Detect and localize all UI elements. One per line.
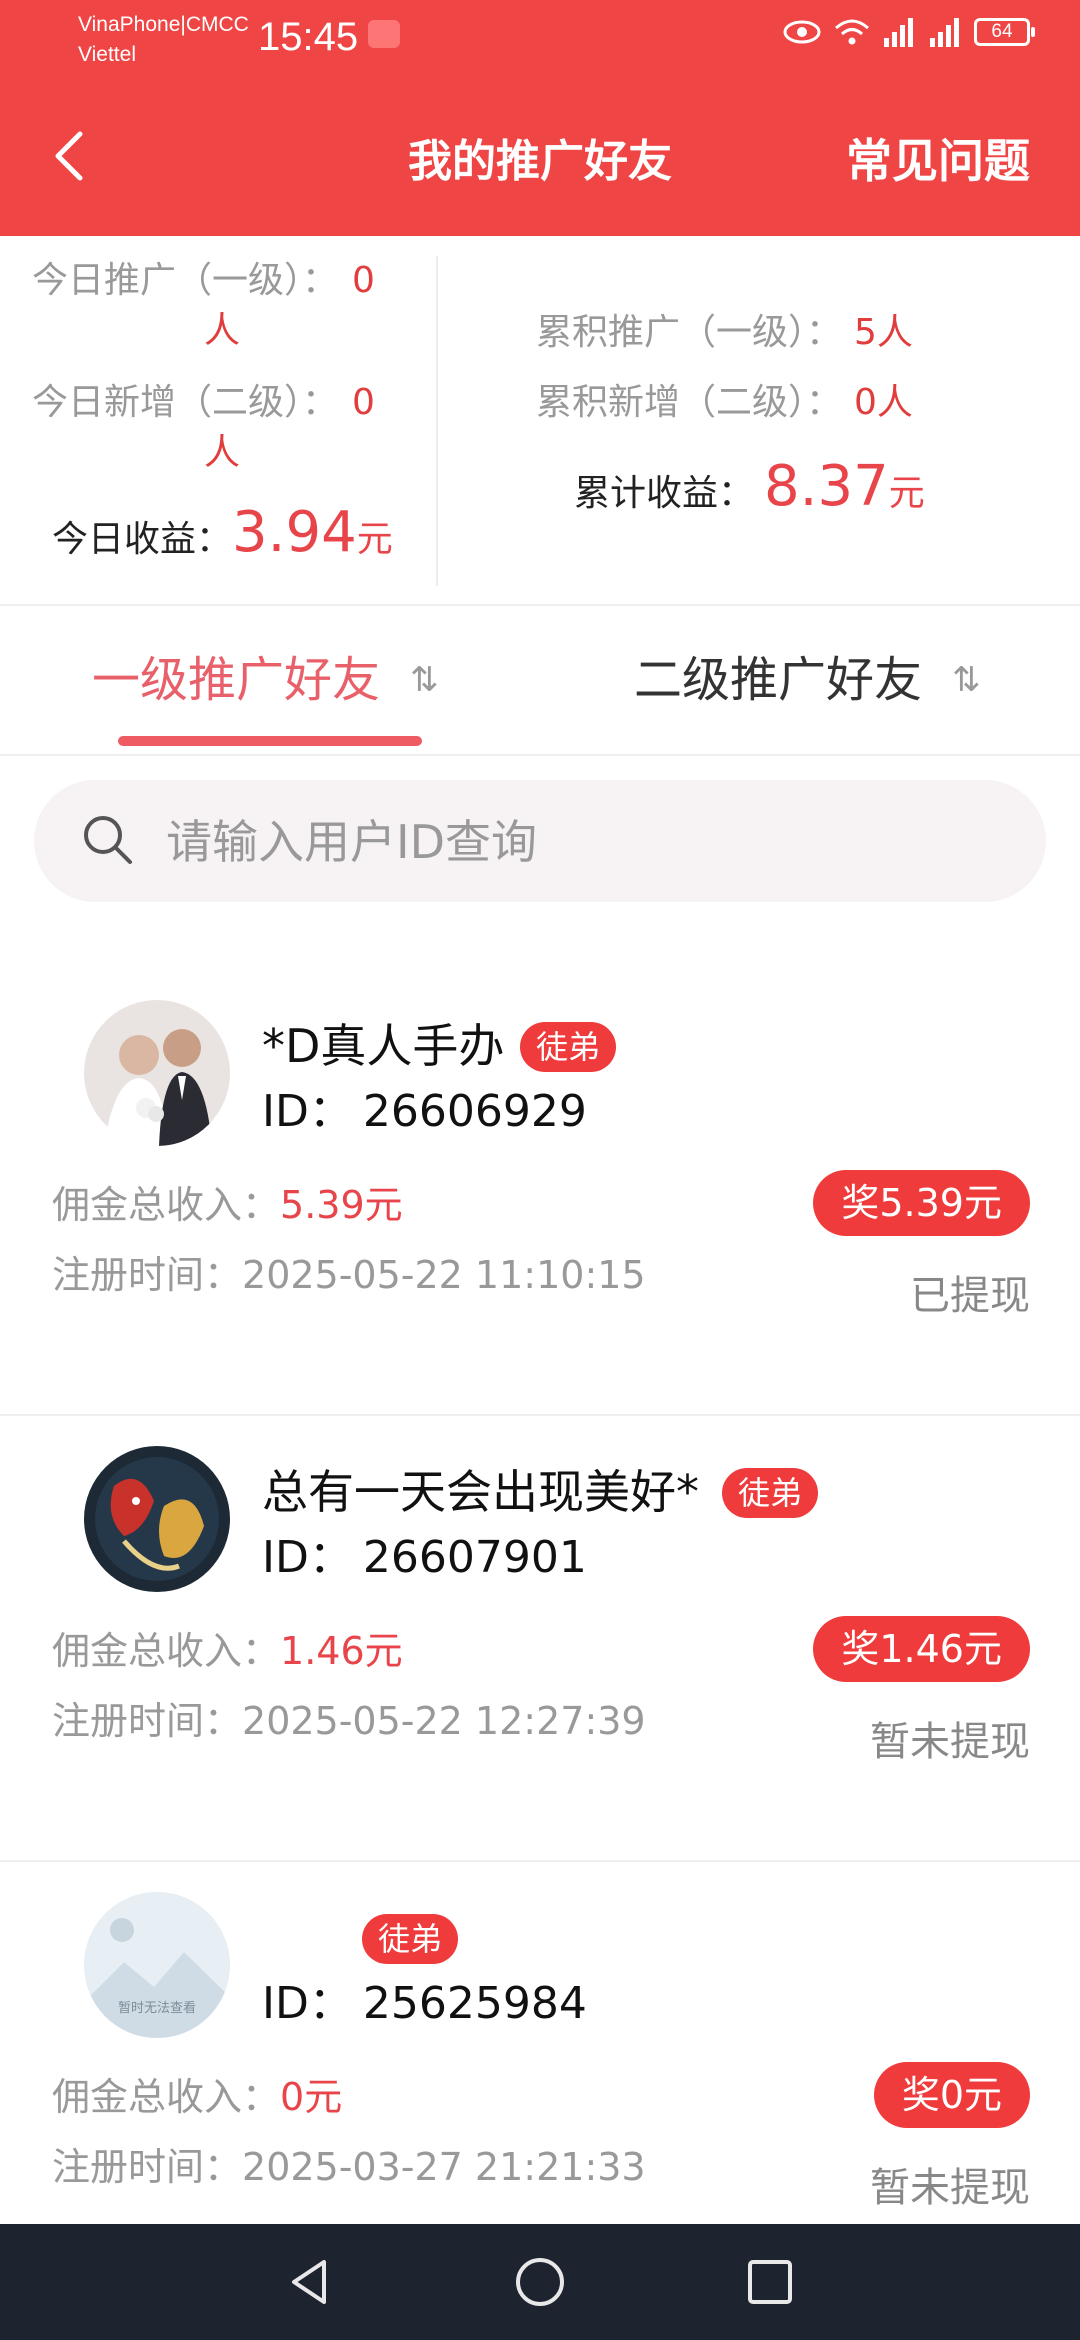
tab-bar: 一级推广好友 ⇅ 二级推广好友 ⇅ (0, 606, 1080, 756)
stats-panel: 今日推广（一级）： 0 人 今日新增（二级）： 0 人 今日收益：3.94元 累积推… (0, 236, 1080, 606)
income-value: 0元 (280, 2075, 343, 2119)
income-row: 佣金总收入：0元 (52, 2072, 342, 2122)
withdraw-status: 暂未提现 (870, 1719, 1030, 1765)
income-row: 佣金总收入：1.46元 (52, 1626, 403, 1676)
role-badge: 徒弟 (722, 1468, 819, 1518)
nav-home-icon[interactable] (510, 2252, 570, 2312)
today-new-stat: 今日新增（二级）： 0 (32, 378, 375, 428)
tab-label: 二级推广好友 (634, 652, 923, 708)
reward-button[interactable]: 奖0元 (873, 2062, 1030, 2128)
total-income-label: 累计收益： (574, 473, 755, 514)
friend-card[interactable]: 总有一天会出现美好* 徒弟 ID： 26607901 佣金总收入：1.46元 注册… (0, 1416, 1080, 1862)
id-label: ID： (262, 1532, 353, 1583)
avatar (84, 1000, 230, 1146)
carrier-line-2: Viettel (78, 43, 136, 66)
total-promo-label: 累积推广（一级）： (536, 312, 843, 353)
reg-time-value: 2025-05-22 11:10:15 (242, 1253, 646, 1297)
signal-icon-1 (884, 18, 913, 47)
today-income-stat: 今日收益：3.94元 (52, 498, 393, 575)
search-icon (84, 816, 132, 864)
avatar (84, 1446, 230, 1592)
today-promo-unit: 人 (204, 310, 241, 351)
wifi-icon (835, 19, 869, 45)
nav-recents-icon[interactable] (740, 2252, 800, 2312)
sort-icon[interactable]: ⇅ (410, 660, 439, 700)
tab-level1-friends[interactable]: 一级推广好友 (92, 650, 380, 710)
reg-time-value: 2025-05-22 12:27:39 (242, 1699, 646, 1743)
battery-icon: 64 (974, 18, 1035, 46)
reg-time-row: 注册时间：2025-05-22 12:27:39 (52, 1696, 646, 1746)
tab-level2-friends[interactable]: 二级推广好友 (634, 650, 922, 710)
eye-icon (783, 20, 821, 44)
avatar-placeholder-text: 暂时无法查看 (118, 2000, 196, 2016)
reg-time-value: 2025-03-27 21:21:33 (242, 2145, 646, 2189)
role-badge: 徒弟 (362, 1914, 459, 1964)
reg-time-label: 注册时间： (52, 1253, 243, 1297)
reg-time-row: 注册时间：2025-03-27 21:21:33 (52, 2142, 646, 2192)
total-income-unit: 元 (888, 473, 925, 514)
income-row: 佣金总收入：5.39元 (52, 1180, 403, 1230)
friend-name: 总有一天会出现美好* (262, 1465, 699, 1519)
today-promo-value: 0 (352, 260, 375, 301)
withdraw-status: 暂未提现 (870, 2165, 1030, 2211)
today-new-label: 今日新增（二级）： (32, 382, 339, 423)
nav-back-icon[interactable] (280, 2252, 340, 2312)
tab-label: 一级推广好友 (92, 652, 381, 708)
friend-card[interactable]: 暂时无法查看 徒弟 ID： 25625984 佣金总收入：0元 注册时间：2025… (0, 1862, 1080, 2224)
signal-icon-2 (930, 18, 959, 47)
friend-id: ID： 25625984 (262, 1976, 587, 2032)
friend-id: ID： 26606929 (262, 1084, 587, 1140)
today-promo-label: 今日推广（一级）： (32, 260, 339, 301)
carrier-line-1: VinaPhone|CMCC (78, 13, 249, 36)
role-badge: 徒弟 (520, 1022, 617, 1072)
active-tab-indicator (118, 736, 422, 746)
status-time: 15:45 (258, 15, 359, 59)
total-new-value: 0人 (854, 382, 913, 423)
search-input[interactable] (164, 810, 968, 874)
faq-button[interactable]: 常见问题 (846, 132, 1030, 190)
huawei-app-icon (368, 20, 400, 48)
divider (0, 754, 1080, 756)
id-label: ID： (262, 1978, 353, 2029)
reg-time-label: 注册时间： (52, 2145, 243, 2189)
id-value: 26606929 (362, 1086, 587, 1137)
avatar: 暂时无法查看 (84, 1892, 230, 2038)
id-label: ID： (262, 1086, 353, 1137)
total-promo-value: 5人 (854, 312, 913, 353)
friend-name: *D真人手办 (262, 1019, 505, 1073)
total-promo-stat: 累积推广（一级）： 5人 (536, 308, 913, 358)
reward-button[interactable]: 奖1.46元 (813, 1616, 1030, 1682)
withdraw-status: 已提现 (910, 1273, 1030, 1319)
income-value: 1.46元 (280, 1629, 403, 1673)
app-header: VinaPhone|CMCC Viettel 15:45 64 我的推广好友 常… (0, 0, 1080, 236)
today-promo-stat: 今日推广（一级）： 0 (32, 256, 375, 306)
friend-id: ID： 26607901 (262, 1530, 587, 1586)
total-new-label: 累积新增（二级）： (536, 382, 843, 423)
stats-divider (436, 256, 438, 586)
today-income-unit: 元 (356, 519, 393, 560)
status-icons: 64 (782, 16, 1035, 48)
friend-card[interactable]: *D真人手办 徒弟 ID： 26606929 佣金总收入：5.39元 注册时间：2… (0, 970, 1080, 1416)
sort-icon[interactable]: ⇅ (952, 660, 981, 700)
total-income-stat: 累计收益： 8.37元 (574, 452, 925, 529)
reg-time-label: 注册时间： (52, 1699, 243, 1743)
today-income-label: 今日收益： (52, 519, 233, 560)
today-new-value: 0 (352, 382, 375, 423)
today-income-value: 3.94 (232, 500, 357, 565)
carrier-info: VinaPhone|CMCC Viettel (78, 10, 249, 70)
income-value: 5.39元 (280, 1183, 403, 1227)
search-bar (34, 780, 1046, 902)
total-new-stat: 累积新增（二级）： 0人 (536, 378, 913, 428)
reward-button[interactable]: 奖5.39元 (813, 1170, 1030, 1236)
total-income-value: 8.37 (764, 454, 889, 519)
income-label: 佣金总收入： (52, 1629, 281, 1673)
income-label: 佣金总收入： (52, 2075, 281, 2119)
income-label: 佣金总收入： (52, 1183, 281, 1227)
id-value: 26607901 (362, 1532, 587, 1583)
today-new-unit: 人 (204, 432, 241, 473)
system-nav-bar (0, 2224, 1080, 2340)
reg-time-row: 注册时间：2025-05-22 11:10:15 (52, 1250, 646, 1300)
id-value: 25625984 (362, 1978, 587, 2029)
